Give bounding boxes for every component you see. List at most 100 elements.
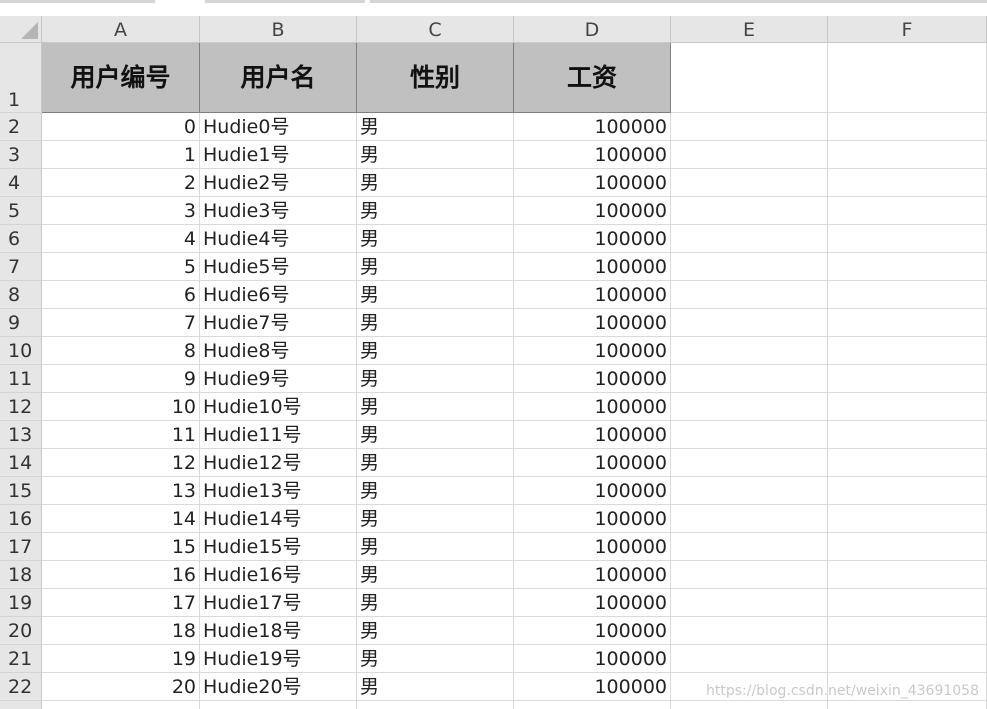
table-cell[interactable] bbox=[828, 561, 987, 589]
table-cell[interactable] bbox=[671, 253, 828, 281]
header-cell-a[interactable]: 用户编号 bbox=[42, 43, 200, 113]
table-cell[interactable] bbox=[671, 365, 828, 393]
table-cell[interactable]: 2 bbox=[42, 169, 200, 197]
table-cell[interactable] bbox=[671, 141, 828, 169]
table-cell[interactable]: 0 bbox=[42, 113, 200, 141]
table-cell[interactable]: 100000 bbox=[514, 365, 671, 393]
select-all-button[interactable] bbox=[0, 16, 42, 43]
table-cell[interactable]: Hudie19号 bbox=[200, 645, 357, 673]
table-cell[interactable]: 男 bbox=[357, 141, 514, 169]
spreadsheet-grid[interactable]: A B C D E F 1 用户编号 用户名 性别 工资 2 0 Hudie0号男 100000 3 1 Hudi… bbox=[0, 16, 987, 709]
column-header-f[interactable]: F bbox=[828, 16, 987, 43]
table-cell[interactable]: 男 bbox=[357, 673, 514, 701]
table-cell[interactable]: Hudie5号 bbox=[200, 253, 357, 281]
table-cell[interactable] bbox=[671, 589, 828, 617]
table-cell[interactable]: Hudie7号 bbox=[200, 309, 357, 337]
row-header[interactable]: 8 bbox=[0, 281, 42, 309]
row-header[interactable]: 15 bbox=[0, 477, 42, 505]
row-header[interactable]: 3 bbox=[0, 141, 42, 169]
table-cell[interactable] bbox=[42, 701, 200, 709]
row-header[interactable]: 17 bbox=[0, 533, 42, 561]
table-cell[interactable]: 男 bbox=[357, 449, 514, 477]
table-cell[interactable]: 100000 bbox=[514, 337, 671, 365]
table-cell[interactable]: 男 bbox=[357, 309, 514, 337]
table-cell[interactable]: 7 bbox=[42, 309, 200, 337]
row-header[interactable]: 18 bbox=[0, 561, 42, 589]
table-cell[interactable] bbox=[828, 253, 987, 281]
header-cell-d[interactable]: 工资 bbox=[514, 43, 671, 113]
table-cell[interactable]: 18 bbox=[42, 617, 200, 645]
table-cell[interactable]: 男 bbox=[357, 225, 514, 253]
table-cell[interactable]: 100000 bbox=[514, 253, 671, 281]
column-header-c[interactable]: C bbox=[357, 16, 514, 43]
row-header-1[interactable]: 1 bbox=[0, 43, 42, 113]
table-cell[interactable] bbox=[514, 701, 671, 709]
row-header[interactable]: 2 bbox=[0, 113, 42, 141]
table-cell[interactable] bbox=[671, 393, 828, 421]
table-cell[interactable]: Hudie12号 bbox=[200, 449, 357, 477]
column-header-d[interactable]: D bbox=[514, 16, 671, 43]
table-cell[interactable] bbox=[671, 449, 828, 477]
table-cell[interactable] bbox=[357, 701, 514, 709]
header-cell-c[interactable]: 性别 bbox=[357, 43, 514, 113]
table-cell[interactable] bbox=[671, 197, 828, 225]
table-cell[interactable]: Hudie3号 bbox=[200, 197, 357, 225]
table-cell[interactable]: 男 bbox=[357, 365, 514, 393]
row-header[interactable]: 10 bbox=[0, 337, 42, 365]
table-cell[interactable]: Hudie8号 bbox=[200, 337, 357, 365]
table-cell[interactable]: 100000 bbox=[514, 449, 671, 477]
table-cell[interactable]: Hudie14号 bbox=[200, 505, 357, 533]
table-cell[interactable]: 20 bbox=[42, 673, 200, 701]
table-cell[interactable]: 100000 bbox=[514, 617, 671, 645]
row-header[interactable]: 21 bbox=[0, 645, 42, 673]
table-cell[interactable] bbox=[828, 197, 987, 225]
table-cell[interactable]: Hudie13号 bbox=[200, 477, 357, 505]
row-header[interactable] bbox=[0, 701, 42, 709]
table-cell[interactable]: 8 bbox=[42, 337, 200, 365]
table-cell[interactable]: 14 bbox=[42, 505, 200, 533]
table-cell[interactable] bbox=[828, 337, 987, 365]
table-cell[interactable]: 男 bbox=[357, 533, 514, 561]
table-cell[interactable] bbox=[828, 449, 987, 477]
table-cell[interactable]: 10 bbox=[42, 393, 200, 421]
table-cell[interactable]: 男 bbox=[357, 589, 514, 617]
table-cell[interactable]: 100000 bbox=[514, 197, 671, 225]
row-header[interactable]: 7 bbox=[0, 253, 42, 281]
table-cell[interactable] bbox=[828, 645, 987, 673]
row-header[interactable]: 9 bbox=[0, 309, 42, 337]
table-cell[interactable] bbox=[671, 701, 828, 709]
table-cell[interactable]: 100000 bbox=[514, 673, 671, 701]
table-cell[interactable] bbox=[671, 561, 828, 589]
table-cell[interactable]: Hudie4号 bbox=[200, 225, 357, 253]
table-cell[interactable] bbox=[828, 477, 987, 505]
table-cell[interactable]: 男 bbox=[357, 645, 514, 673]
empty-cell[interactable] bbox=[828, 43, 987, 113]
table-cell[interactable] bbox=[828, 113, 987, 141]
table-cell[interactable]: Hudie10号 bbox=[200, 393, 357, 421]
table-cell[interactable]: Hudie15号 bbox=[200, 533, 357, 561]
table-cell[interactable] bbox=[671, 645, 828, 673]
table-cell[interactable] bbox=[828, 617, 987, 645]
table-cell[interactable]: 100000 bbox=[514, 421, 671, 449]
table-cell[interactable]: Hudie17号 bbox=[200, 589, 357, 617]
table-cell[interactable] bbox=[671, 337, 828, 365]
table-cell[interactable] bbox=[828, 309, 987, 337]
row-header[interactable]: 11 bbox=[0, 365, 42, 393]
table-cell[interactable]: Hudie20号 bbox=[200, 673, 357, 701]
table-cell[interactable]: 男 bbox=[357, 421, 514, 449]
table-cell[interactable]: Hudie2号 bbox=[200, 169, 357, 197]
table-cell[interactable]: 12 bbox=[42, 449, 200, 477]
table-cell[interactable] bbox=[671, 169, 828, 197]
table-cell[interactable] bbox=[671, 477, 828, 505]
table-cell[interactable]: 男 bbox=[357, 281, 514, 309]
table-cell[interactable]: 男 bbox=[357, 393, 514, 421]
table-cell[interactable] bbox=[828, 393, 987, 421]
table-cell[interactable]: 100000 bbox=[514, 281, 671, 309]
table-cell[interactable]: 100000 bbox=[514, 505, 671, 533]
table-cell[interactable]: 男 bbox=[357, 253, 514, 281]
table-cell[interactable]: 16 bbox=[42, 561, 200, 589]
table-cell[interactable] bbox=[671, 617, 828, 645]
table-cell[interactable] bbox=[828, 169, 987, 197]
table-cell[interactable] bbox=[671, 281, 828, 309]
empty-cell[interactable] bbox=[671, 43, 828, 113]
